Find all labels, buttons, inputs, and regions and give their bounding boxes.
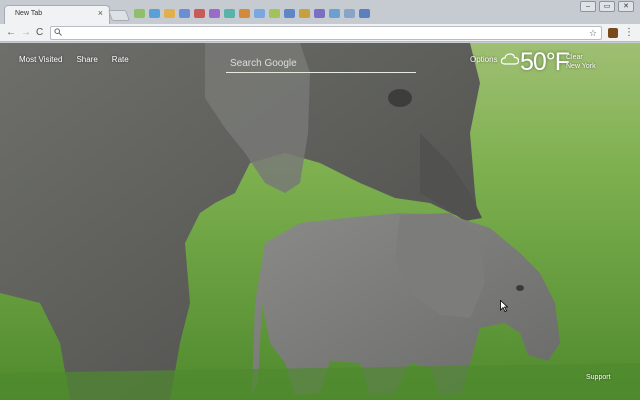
back-arrow-icon[interactable]: ← (6, 26, 16, 40)
new-tab-page: Most Visited Share Rate Options 50°F Cle… (0, 43, 640, 400)
extension-icon[interactable] (299, 9, 310, 18)
tab-close-icon[interactable]: × (98, 8, 103, 18)
most-visited-link[interactable]: Most Visited (19, 55, 62, 64)
address-bar[interactable]: ☆ (50, 26, 602, 40)
extension-icon[interactable] (209, 9, 220, 18)
window-controls: – ▭ ✕ (580, 1, 634, 12)
extension-icon[interactable] (344, 9, 355, 18)
extension-icon[interactable] (359, 9, 370, 18)
extension-strip (134, 9, 370, 18)
share-link[interactable]: Share (76, 55, 97, 64)
forward-arrow-icon[interactable]: → (21, 26, 31, 40)
weather-condition: Clear New York (566, 53, 596, 71)
cloud-icon (501, 53, 519, 65)
extension-icon[interactable] (254, 9, 265, 18)
top-nav: Most Visited Share Rate (19, 55, 129, 64)
search-box (226, 53, 416, 73)
extension-icon[interactable] (239, 9, 250, 18)
reload-icon[interactable]: C (36, 26, 43, 40)
options-link[interactable]: Options (470, 55, 498, 64)
browser-toolbar: ← → C ☆ ⋮ (0, 24, 640, 42)
extension-icon[interactable] (179, 9, 190, 18)
location-text: New York (566, 63, 596, 70)
support-link[interactable]: Support (586, 374, 611, 381)
extension-icon[interactable] (269, 9, 280, 18)
minimize-button[interactable]: – (580, 1, 596, 12)
extension-icon[interactable] (149, 9, 160, 18)
title-bar: New Tab × – ▭ ✕ (0, 0, 640, 24)
restore-button[interactable]: ▭ (599, 1, 615, 12)
extension-badge-icon[interactable] (608, 28, 618, 38)
condition-text: Clear (566, 54, 583, 61)
search-icon (54, 27, 62, 39)
extension-icon[interactable] (224, 9, 235, 18)
close-window-button[interactable]: ✕ (618, 1, 634, 12)
elephant-background-image (0, 43, 640, 400)
new-tab-button[interactable] (107, 10, 131, 21)
extension-icon[interactable] (329, 9, 340, 18)
mouse-cursor-icon (500, 300, 508, 312)
bookmark-star-icon[interactable]: ☆ (589, 27, 597, 39)
extension-icon[interactable] (194, 9, 205, 18)
extension-icon[interactable] (284, 9, 295, 18)
rate-link[interactable]: Rate (112, 55, 129, 64)
search-input[interactable] (226, 54, 416, 73)
tab-new-tab[interactable]: New Tab × (4, 5, 110, 24)
temperature-text: 50°F (520, 48, 570, 76)
tab-title: New Tab (15, 10, 43, 17)
extension-icon[interactable] (134, 9, 145, 18)
extension-icon[interactable] (164, 9, 175, 18)
menu-icon[interactable]: ⋮ (624, 26, 634, 40)
extension-icon[interactable] (314, 9, 325, 18)
